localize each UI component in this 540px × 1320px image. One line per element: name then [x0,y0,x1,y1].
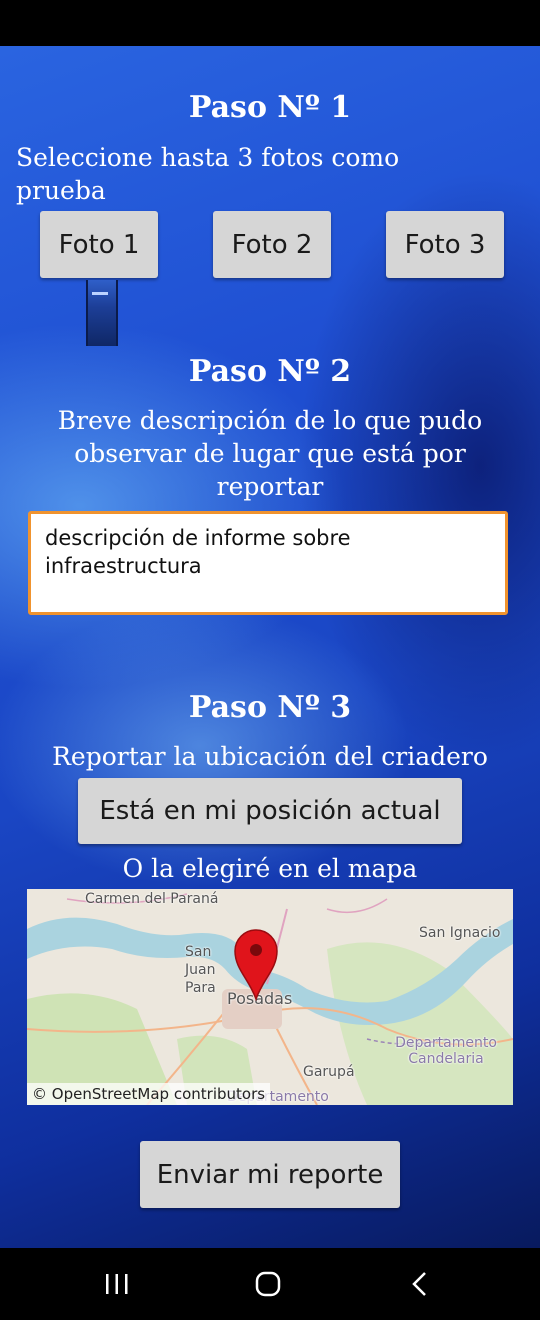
current-position-button[interactable]: Está en mi posición actual [78,778,462,844]
map-label-san-ignacio: San Ignacio [419,925,501,941]
location-pin-icon[interactable] [231,927,281,1001]
photo1-button[interactable]: Foto 1 [40,211,158,278]
map-prompt: O la elegiré en el mapa [122,854,418,883]
step1-heading: Paso Nº 1 [188,90,352,125]
recent-apps-icon[interactable] [104,1270,130,1298]
step2-instruction: Breve descripción de lo que pudo observa… [57,406,483,501]
location-map[interactable]: Carmen del Paraná San Ignacio San Juan P… [27,889,513,1105]
step1-instruction: Seleccione hasta 3 fotos como prueba [16,143,400,205]
map-attribution[interactable]: © OpenStreetMap contributors [27,1083,271,1105]
map-label-garupa: Garupá [303,1064,355,1080]
photo3-button[interactable]: Foto 3 [386,211,504,278]
step3-instruction: Reportar la ubicación del criadero [52,742,488,771]
photo1-thumbnail[interactable] [86,280,118,346]
description-textarea[interactable]: descripción de informe sobre infraestruc… [28,511,508,615]
home-icon[interactable] [254,1270,282,1298]
navigation-bar [0,1248,540,1320]
step2-heading: Paso Nº 2 [188,354,352,389]
submit-report-button[interactable]: Enviar mi reporte [140,1141,400,1208]
report-screen: Paso Nº 1 Seleccione hasta 3 fotos como … [0,46,540,1248]
step3-heading: Paso Nº 3 [188,690,352,725]
back-icon[interactable] [410,1270,430,1298]
map-label-candelaria: Departamento Candelaria [395,1035,497,1067]
photo2-button[interactable]: Foto 2 [213,211,331,278]
status-bar [0,0,540,46]
map-label-carmen: Carmen del Paraná [85,891,219,907]
